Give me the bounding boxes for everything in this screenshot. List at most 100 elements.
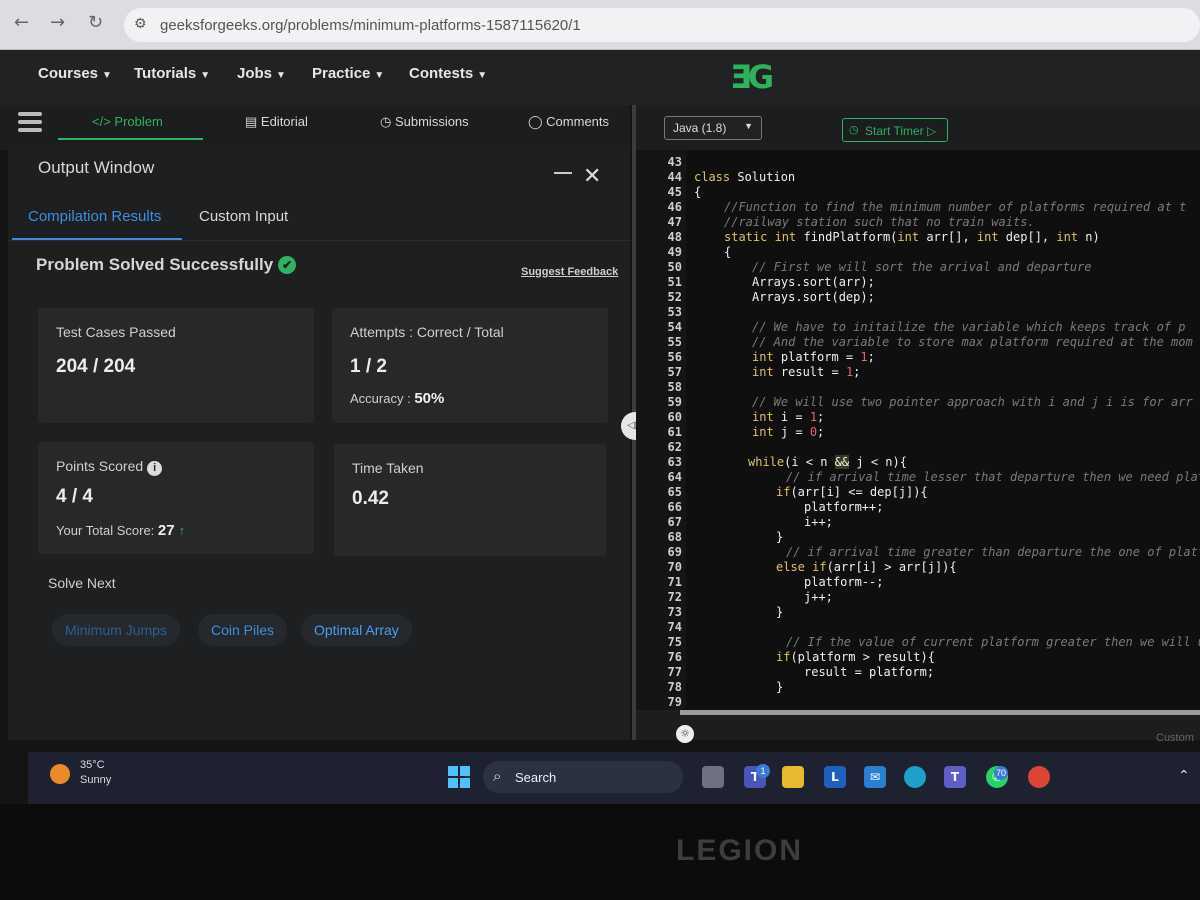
tab-problem[interactable]: </> Problem <box>92 114 163 129</box>
reload-icon[interactable]: ↻ <box>88 12 103 33</box>
tab-label: Editorial <box>260 114 308 129</box>
tab-custom-input[interactable]: Custom Input <box>199 208 288 225</box>
nav-practice[interactable]: Practice ▼ <box>312 65 384 82</box>
line-number: 53 <box>667 305 682 319</box>
arrow-up-icon: ↑ <box>178 523 186 538</box>
suggest-feedback-link[interactable]: Suggest Feedback <box>521 266 618 278</box>
status-text: Problem Solved Successfully <box>36 255 274 274</box>
line-number: 68 <box>667 530 682 544</box>
accuracy-label: Accuracy : <box>350 391 411 406</box>
chrome-icon[interactable] <box>1028 766 1050 788</box>
hamburger-menu-icon[interactable] <box>18 112 42 134</box>
line-number: 72 <box>667 590 682 604</box>
accuracy: Accuracy : 50% <box>350 390 444 407</box>
chevron-down-icon: ▼ <box>374 70 385 81</box>
whatsapp-badge: 70 <box>994 766 1009 780</box>
teams-work-icon[interactable]: T <box>944 766 966 788</box>
close-icon[interactable]: ✕ <box>583 164 601 189</box>
code-line: { <box>694 185 702 199</box>
line-number-gutter: 43 44 45 46 47 48 49 50 51 52 53 54 55 56 57 58 59 60 61 62… <box>636 150 686 710</box>
line-number: 58 <box>667 380 682 394</box>
task-view-icon[interactable] <box>702 766 724 788</box>
site-info-icon[interactable]: ⚙ <box>134 16 147 32</box>
points-label-text: Points Scored <box>56 458 144 474</box>
lightbulb-icon[interactable]: ☼ <box>676 725 694 743</box>
nav-courses[interactable]: Courses ▼ <box>38 65 112 82</box>
code-line: //Function to find the minimum number of… <box>724 200 1187 214</box>
chip-coin-piles[interactable]: Coin Piles <box>198 614 288 646</box>
code-line: int platform = 1; <box>752 350 875 364</box>
l-app-icon[interactable]: L <box>824 766 846 788</box>
code-line: } <box>776 530 784 544</box>
editor-footer: ☼ Custom <box>636 710 1200 744</box>
code-line: platform++; <box>804 500 884 514</box>
code-line: { <box>724 245 732 259</box>
attempts-value: 1 / 2 <box>350 356 387 377</box>
line-number: 77 <box>667 665 682 679</box>
line-number: 67 <box>667 515 682 529</box>
start-timer-button[interactable]: ◷ Start Timer ▷ <box>842 118 948 142</box>
site-header: Courses ▼ Tutorials ▼ Jobs ▼ Practice ▼ Cont… <box>0 50 1200 105</box>
minimize-icon[interactable] <box>554 172 572 174</box>
line-number: 73 <box>667 605 682 619</box>
active-tab-indicator <box>58 138 203 140</box>
code-editor[interactable]: 43 44 45 46 47 48 49 50 51 52 53 54 55 56 57 58 59 60 61 62… <box>636 150 1200 710</box>
weather-condition[interactable]: Sunny <box>80 774 111 786</box>
back-arrow-icon[interactable]: ← <box>14 12 29 33</box>
tab-compilation-results[interactable]: Compilation Results <box>28 208 161 225</box>
nav-jobs[interactable]: Jobs ▼ <box>237 65 286 82</box>
browser-toolbar: ← → ↻ ⚙ geeksforgeeks.org/problems/minim… <box>0 0 1200 50</box>
code-line: Arrays.sort(dep); <box>752 290 875 304</box>
line-number: 74 <box>667 620 682 634</box>
time-value: 0.42 <box>352 488 389 509</box>
solve-next-label: Solve Next <box>48 575 116 591</box>
check-circle-icon: ✔ <box>278 256 297 274</box>
code-line: while(i < n && j < n){ <box>748 455 907 469</box>
sun-icon[interactable] <box>50 764 70 784</box>
windows-start-icon[interactable] <box>448 766 470 788</box>
chip-minimum-jumps[interactable]: Minimum Jumps <box>52 614 180 646</box>
line-number: 50 <box>667 260 682 274</box>
nav-tutorials[interactable]: Tutorials ▼ <box>134 65 210 82</box>
line-number: 48 <box>667 230 682 244</box>
line-number: 66 <box>667 500 682 514</box>
windows-taskbar: 35°C Sunny ⌕ Search T 1 L ✉ T ✆ 70 ⌃ <box>28 752 1200 804</box>
taskbar-search[interactable]: ⌕ Search <box>483 761 683 793</box>
code-line: Arrays.sort(arr); <box>752 275 875 289</box>
line-number: 70 <box>667 560 682 574</box>
code-line: platform--; <box>804 575 884 589</box>
status-message: Problem Solved Successfully ✔ <box>36 255 297 275</box>
temperature[interactable]: 35°C <box>80 759 105 771</box>
code-line: } <box>776 605 784 619</box>
nav-label: Contests <box>409 65 474 82</box>
code-line: if(platform > result){ <box>776 650 935 664</box>
attempts-label: Attempts : Correct / Total <box>350 324 504 340</box>
test-cases-label: Test Cases Passed <box>56 324 176 340</box>
code-line: // And the variable to store max platfor… <box>752 335 1193 349</box>
edge-icon[interactable] <box>904 766 926 788</box>
chevron-down-icon: ▼ <box>477 70 488 81</box>
language-select[interactable]: Java (1.8) ▼ <box>664 116 762 140</box>
info-icon[interactable]: i <box>147 461 163 476</box>
code-line: i++; <box>804 515 833 529</box>
tab-submissions[interactable]: ◷ Submissions <box>380 114 469 130</box>
custom-input-button[interactable]: Custom <box>1156 732 1194 744</box>
time-label: Time Taken <box>352 460 424 476</box>
clock-icon: ◷ <box>380 114 395 129</box>
tray-chevron-up-icon[interactable]: ⌃ <box>1178 768 1190 784</box>
tab-comments[interactable]: ◯ Comments <box>528 114 609 130</box>
file-explorer-icon[interactable] <box>782 766 804 788</box>
gfg-logo[interactable]: ƎG <box>730 58 774 96</box>
tab-editorial[interactable]: ▤ Editorial <box>245 114 308 130</box>
problem-tabs: </> Problem ▤ Editorial ◷ Submissions ◯ … <box>0 105 630 150</box>
chip-optimal-array[interactable]: Optimal Array <box>301 614 412 646</box>
nav-contests[interactable]: Contests ▼ <box>409 65 487 82</box>
mail-icon[interactable]: ✉ <box>864 766 886 788</box>
line-number: 57 <box>667 365 682 379</box>
laptop-bezel: LEGION <box>0 804 1200 900</box>
horizontal-scrollbar[interactable] <box>680 710 1200 715</box>
forward-arrow-icon[interactable]: → <box>50 12 65 33</box>
address-bar[interactable]: ⚙ geeksforgeeks.org/problems/minimum-pla… <box>124 8 1200 42</box>
test-cases-value: 204 / 204 <box>56 356 136 377</box>
line-number: 62 <box>667 440 682 454</box>
